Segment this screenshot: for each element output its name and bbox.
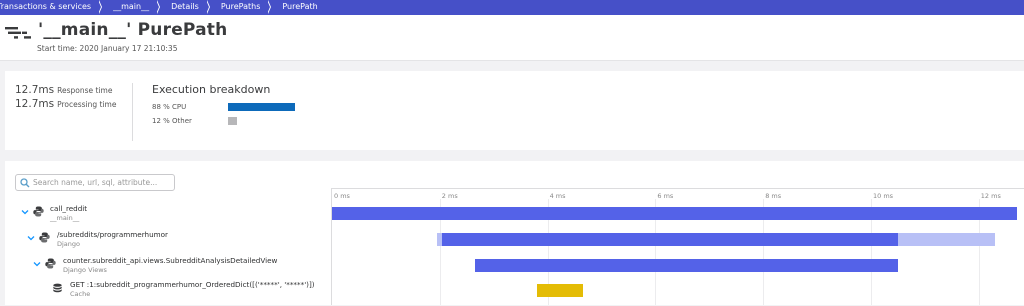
python-icon (45, 258, 56, 269)
row-name: counter.subreddit_api.views.SubredditAna… (63, 256, 278, 265)
breadcrumb-item-transactions[interactable]: Transactions & services (0, 0, 103, 15)
purepath-icon (5, 27, 31, 39)
response-time-metric: 12.7ms Response time (15, 84, 112, 96)
timeline-tick-label: 8 ms (765, 192, 782, 200)
response-time-value: 12.7ms (15, 84, 55, 96)
processing-time-metric: 12.7ms Processing time (15, 98, 116, 110)
timeline-bar-execution[interactable] (332, 207, 1017, 220)
python-icon (33, 206, 44, 217)
breadcrumb-item-details[interactable]: Details (157, 0, 210, 15)
row-technology: Django (57, 240, 81, 248)
search-input[interactable] (33, 176, 171, 189)
search-box[interactable] (15, 174, 175, 191)
chevron-down-icon[interactable] (21, 208, 29, 216)
database-icon (53, 283, 62, 293)
breakdown-other-label: 12 % Other (152, 117, 192, 125)
breadcrumb-item-purepaths[interactable]: PurePaths (207, 0, 271, 15)
timeline-axis (331, 188, 1024, 189)
search-icon (20, 178, 30, 188)
breakdown-other-bar[interactable] (228, 117, 237, 125)
chevron-down-icon[interactable] (27, 234, 35, 242)
timeline-tick-label: 6 ms (657, 192, 674, 200)
timeline-tick-label: 12 ms (980, 192, 1001, 200)
row-technology: Django Views (63, 266, 107, 274)
chevron-down-icon[interactable] (33, 260, 41, 268)
divider (132, 83, 133, 141)
tree-row-cache-get[interactable]: GET :1:subreddit_programmerhumor_Ordered… (5, 280, 1024, 306)
processing-time-label: Processing time (57, 100, 117, 109)
python-icon (39, 232, 50, 243)
row-name: GET :1:subreddit_programmerhumor_Ordered… (70, 280, 315, 289)
page-header: '__main__' PurePath Start time: 2020 Jan… (0, 15, 1024, 61)
timeline-tick-label: 4 ms (549, 192, 566, 200)
timeline-bar-waiting[interactable] (897, 233, 995, 246)
page-title: '__main__' PurePath (38, 20, 228, 40)
execution-breakdown-title: Execution breakdown (152, 83, 271, 96)
breadcrumb-item-main[interactable]: __main__ (99, 0, 161, 15)
row-technology: Cache (70, 290, 91, 298)
response-time-label: Response time (57, 86, 113, 95)
breakdown-cpu-label: 88 % CPU (152, 103, 187, 111)
row-name: /subreddits/programmerhumor (57, 230, 169, 239)
timeline-tick-label: 0 ms (334, 192, 350, 200)
breadcrumb-item-purepath[interactable]: PurePath (268, 0, 325, 15)
timeline-tick-label: 2 ms (441, 192, 458, 200)
start-time: Start time: 2020 January 17 21:10:35 (37, 44, 178, 53)
breakdown-cpu-bar[interactable] (228, 103, 295, 111)
processing-time-value: 12.7ms (15, 98, 55, 110)
timeline-bar-execution[interactable] (442, 233, 898, 246)
breadcrumb: Transactions & services __main__ Details… (0, 0, 1024, 15)
summary-card: 12.7ms Response time 12.7ms Processing tim… (5, 71, 1024, 150)
timeline-bar-execution[interactable] (474, 259, 898, 272)
timeline-tick-label: 10 ms (873, 192, 894, 200)
timeline-bar-cache[interactable] (536, 284, 583, 297)
row-technology: __main__ (50, 214, 80, 222)
purepath-tree-card: 0 ms 2 ms 4 ms 6 ms 8 ms 10 ms 12 ms call_redd… (5, 161, 1024, 305)
row-name: call_reddit (50, 204, 88, 213)
